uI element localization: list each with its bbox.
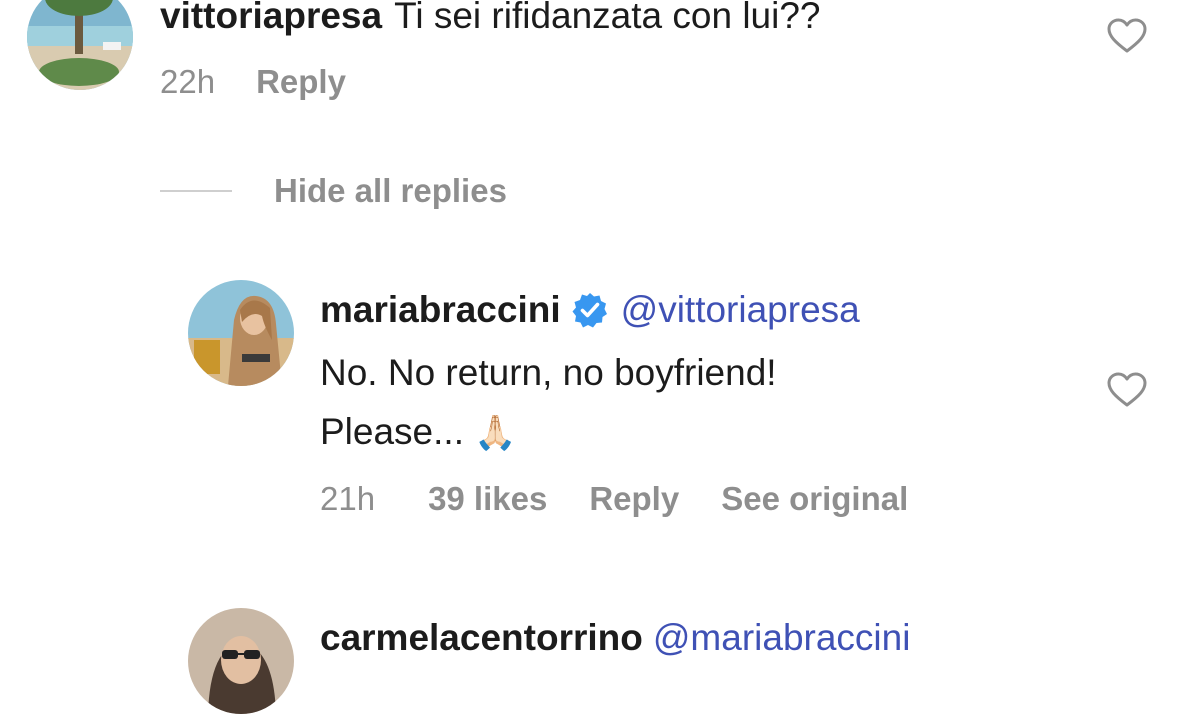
reply-button[interactable]: Reply (256, 63, 346, 101)
hide-all-replies-toggle[interactable]: Hide all replies (160, 172, 507, 210)
reply-meta: 21h 39 likes Reply See original (320, 480, 908, 518)
heart-outline-icon[interactable] (1107, 372, 1147, 408)
username-vittoriapresa[interactable]: vittoriapresa (160, 0, 382, 37)
divider (160, 190, 232, 192)
reply-text-line-1: No. No return, no boyfriend! (320, 352, 777, 393)
comment-timestamp: 22h (160, 63, 216, 100)
avatar-carmelacentorrino[interactable] (188, 608, 294, 714)
comment-line-vittoriapresa: vittoriapresa Ti sei rifidanzata con lui… (160, 0, 821, 46)
reply-text-line-2: Please... 🙏🏻 (320, 402, 1040, 463)
avatar-mariabraccini[interactable] (188, 280, 294, 386)
praying-hands-emoji: 🙏🏻 (473, 414, 517, 452)
reply-text: No. No return, no boyfriend! Please... 🙏🏻 (320, 343, 1040, 463)
reply-header-mariabraccini: mariabraccini @vittoriapresa (320, 283, 860, 337)
see-original-button[interactable]: See original (721, 480, 908, 518)
comment-text: Ti sei rifidanzata con lui?? (394, 0, 821, 36)
reply-button[interactable]: Reply (589, 480, 679, 518)
likes-count-button[interactable]: 39 likes (428, 480, 547, 518)
hide-all-replies-label[interactable]: Hide all replies (274, 172, 507, 210)
mention-link[interactable]: @vittoriapresa (621, 289, 860, 331)
reply-text-please: Please... (320, 411, 464, 452)
avatar-vittoriapresa[interactable] (27, 0, 133, 90)
heart-outline-icon[interactable] (1107, 18, 1147, 54)
mention-link[interactable]: @mariabraccini (653, 617, 911, 659)
username-carmelacentorrino[interactable]: carmelacentorrino (320, 617, 643, 659)
verified-badge-icon (571, 291, 609, 329)
comment-meta: 22h Reply (160, 63, 346, 101)
reply-header-carmelacentorrino: carmelacentorrino @mariabraccini (320, 611, 910, 665)
username-mariabraccini[interactable]: mariabraccini (320, 289, 561, 331)
reply-timestamp: 21h (320, 480, 376, 517)
